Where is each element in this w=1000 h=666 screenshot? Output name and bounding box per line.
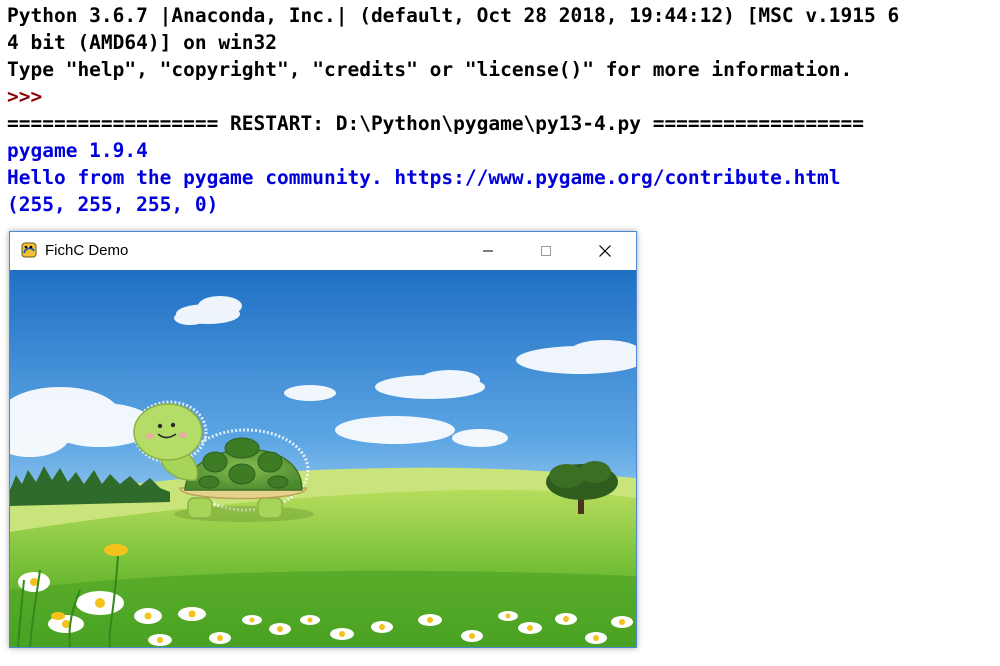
window-titlebar[interactable]: FichC Demo	[10, 232, 636, 270]
shell-banner-line-3: Type "help", "copyright", "credits" or "…	[7, 58, 853, 81]
shell-banner-line-1: Python 3.6.7 |Anaconda, Inc.| (default, …	[7, 4, 900, 27]
shell-output-color: (255, 255, 255, 0)	[7, 193, 219, 216]
shell-banner-line-2: 4 bit (AMD64)] on win32	[7, 31, 278, 54]
pygame-canvas[interactable]	[10, 270, 636, 647]
shell-output-hello: Hello from the pygame community. https:/…	[7, 166, 841, 189]
pygame-snake-icon	[21, 242, 37, 258]
minimize-button[interactable]	[459, 232, 517, 270]
shell-prompt[interactable]: >>>	[7, 83, 54, 110]
pygame-window[interactable]: FichC Demo	[9, 231, 637, 648]
shell-output-pygame-version: pygame 1.9.4	[7, 139, 148, 162]
maximize-button[interactable]	[517, 232, 575, 270]
close-icon	[599, 245, 611, 257]
minimize-icon	[483, 250, 493, 252]
shell-restart-line: ================== RESTART: D:\Python\py…	[7, 112, 865, 135]
window-title: FichC Demo	[45, 242, 129, 259]
close-button[interactable]	[576, 232, 634, 270]
maximize-icon	[541, 246, 551, 256]
